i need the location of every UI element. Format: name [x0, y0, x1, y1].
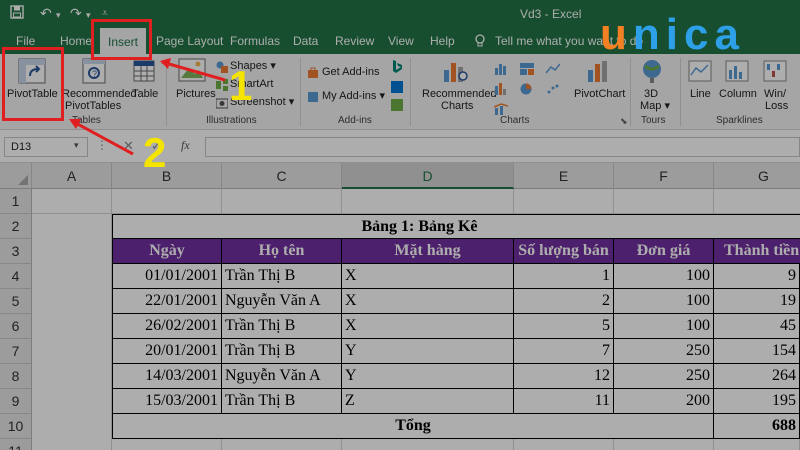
arrow-head	[160, 58, 171, 69]
arrow-to-insert	[161, 60, 226, 82]
unica-logo: unica	[600, 10, 745, 60]
step-1-label: 1	[229, 62, 253, 109]
arrow-to-pivottable	[71, 119, 134, 156]
annotation-arrows	[69, 58, 226, 156]
step-2-label: 2	[143, 129, 167, 176]
logo-rest: nica	[632, 10, 745, 59]
logo-u: u	[600, 10, 633, 59]
excel-window: ↶ ▾ ↷ ▾ ⩡ Vd3 - Excel File Home Insert P…	[0, 0, 800, 450]
